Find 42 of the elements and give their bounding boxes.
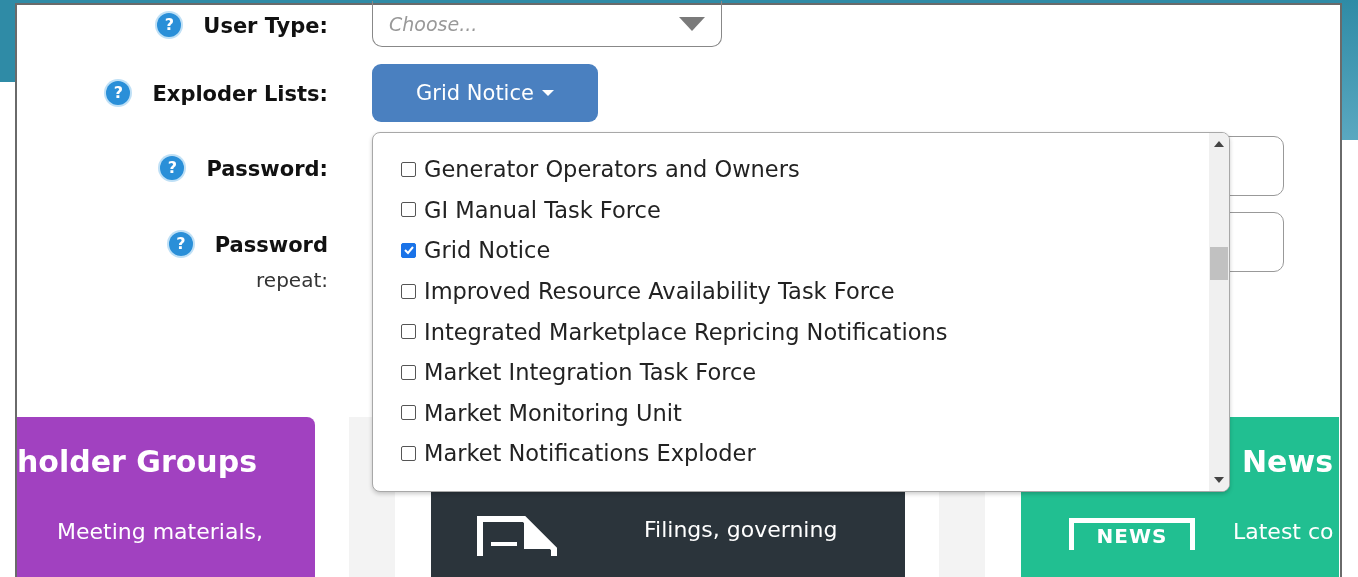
field-sublabel: repeat:: [256, 268, 328, 292]
checkbox[interactable]: [401, 324, 416, 340]
document-icon: [477, 515, 559, 556]
scrollbar[interactable]: [1209, 133, 1229, 491]
menu-item[interactable]: Generator Operators and Owners: [401, 149, 1209, 190]
card[interactable]: holder Groups Meeting materials,: [17, 416, 315, 577]
menu-item-label: Market Integration Task Force: [424, 359, 757, 386]
menu-item[interactable]: Grid Notice: [401, 230, 1209, 271]
menu-item[interactable]: GI Manual Task Force: [401, 189, 1209, 231]
field-label: Password:: [206, 156, 328, 182]
card-title: holder Groups: [17, 443, 259, 480]
menu-item-label: Generator Operators and Owners: [424, 156, 800, 183]
checkbox[interactable]: [401, 243, 416, 258]
newspaper-icon: NEWS: [1069, 517, 1195, 550]
scroll-down-icon[interactable]: [1214, 477, 1224, 483]
scroll-up-icon[interactable]: [1214, 141, 1224, 147]
card-description: Filings, governing: [644, 515, 838, 544]
menu-item-label: Grid Notice: [424, 237, 551, 264]
menu-item[interactable]: Improved Resource Availability Task Force: [401, 270, 1209, 312]
exploder-dropdown-button[interactable]: Grid Notice: [372, 64, 598, 122]
menu-item-label: GI Manual Task Force: [424, 196, 661, 223]
menu-item-label: Market Notifications Exploder: [424, 440, 756, 467]
card-description: Meeting materials,: [57, 517, 263, 546]
field-label: Password: [214, 232, 328, 258]
card-description: Latest co: [1233, 517, 1334, 546]
menu-item-label: Improved Resource Availability Task Force: [424, 278, 895, 305]
checkbox[interactable]: [401, 405, 416, 421]
menu-item-label: Integrated Marketplace Repricing Notifications: [424, 318, 948, 345]
checkbox[interactable]: [401, 202, 416, 218]
checkbox[interactable]: [401, 283, 416, 299]
caret-icon: [679, 16, 705, 31]
checkbox[interactable]: [401, 364, 416, 380]
checkbox[interactable]: [401, 445, 416, 461]
menu-item-label: Market Monitoring Unit: [424, 399, 682, 426]
scrollbar-thumb[interactable]: [1210, 247, 1228, 280]
field-label: Exploder Lists:: [152, 81, 328, 107]
menu-item[interactable]: Market Integration Task Force: [401, 351, 1209, 393]
caret-icon: [541, 90, 554, 96]
checkbox[interactable]: [401, 161, 416, 177]
card-title: News: [1241, 443, 1333, 480]
menu-item[interactable]: Integrated Marketplace Repricing Notifications: [401, 311, 1209, 352]
field-label: User Type:: [203, 13, 328, 39]
